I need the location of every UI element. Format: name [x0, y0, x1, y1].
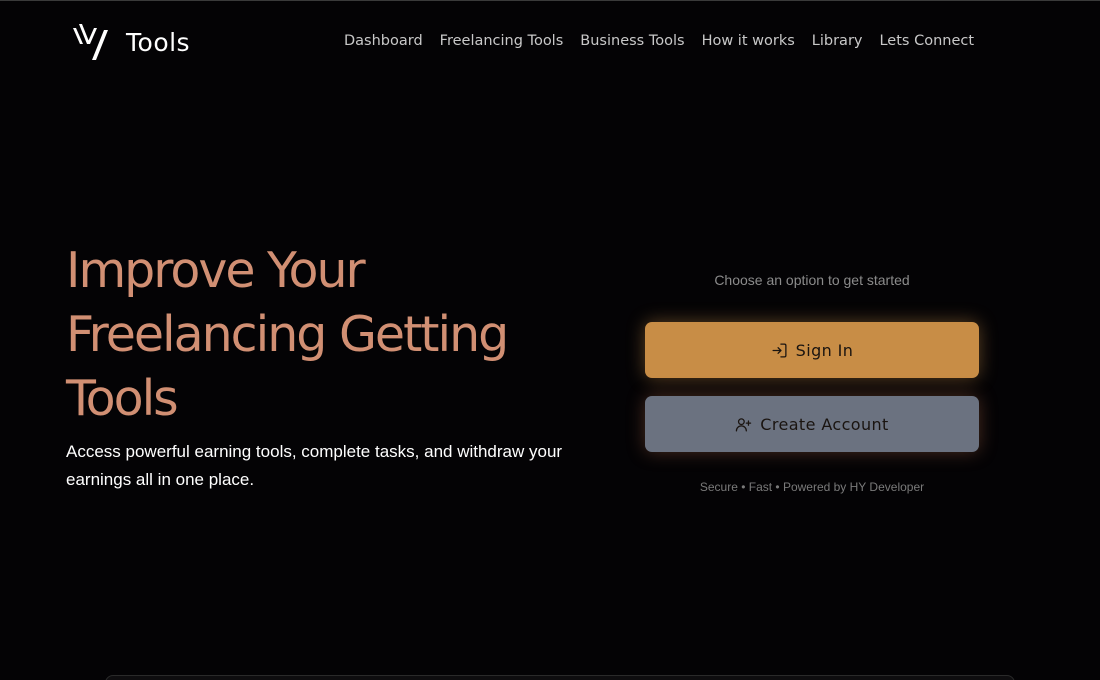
user-plus-icon — [736, 417, 752, 432]
bottom-panel-edge — [105, 675, 1015, 680]
create-account-label: Create Account — [760, 414, 889, 434]
auth-footnote: Secure • Fast • Powered by HY Developer — [699, 480, 925, 494]
nav-freelancing-tools[interactable]: Freelancing Tools — [440, 33, 564, 49]
landing-page: Tools Dashboard Freelancing Tools Busine… — [0, 0, 1100, 680]
sign-in-label: Sign In — [795, 340, 854, 360]
create-account-button[interactable]: Create Account — [645, 396, 979, 452]
nav-library[interactable]: Library — [812, 33, 863, 49]
hero-title: Improve Your Freelancing Getting Tools — [66, 239, 566, 431]
nav-business-tools[interactable]: Business Tools — [580, 33, 684, 49]
hero-title-line: Freelancing Getting — [66, 306, 509, 363]
logo-text: Tools — [126, 27, 191, 57]
hy-logo-icon — [73, 24, 108, 60]
hero-title-line: Improve Your — [66, 242, 366, 299]
nav-lets-connect[interactable]: Lets Connect — [879, 33, 974, 49]
nav-how-it-works[interactable]: How it works — [702, 33, 795, 49]
site-logo[interactable]: Tools — [70, 21, 190, 63]
nav-dashboard[interactable]: Dashboard — [344, 33, 423, 49]
auth-prompt: Choose an option to get started — [714, 272, 910, 288]
sign-in-button[interactable]: Sign In — [645, 322, 979, 378]
hero-subtitle: Access powerful earning tools, complete … — [66, 442, 563, 489]
hero-title-line: Tools — [66, 370, 179, 427]
login-icon — [772, 342, 787, 358]
main-nav: Dashboard Freelancing Tools Business Too… — [344, 33, 974, 49]
